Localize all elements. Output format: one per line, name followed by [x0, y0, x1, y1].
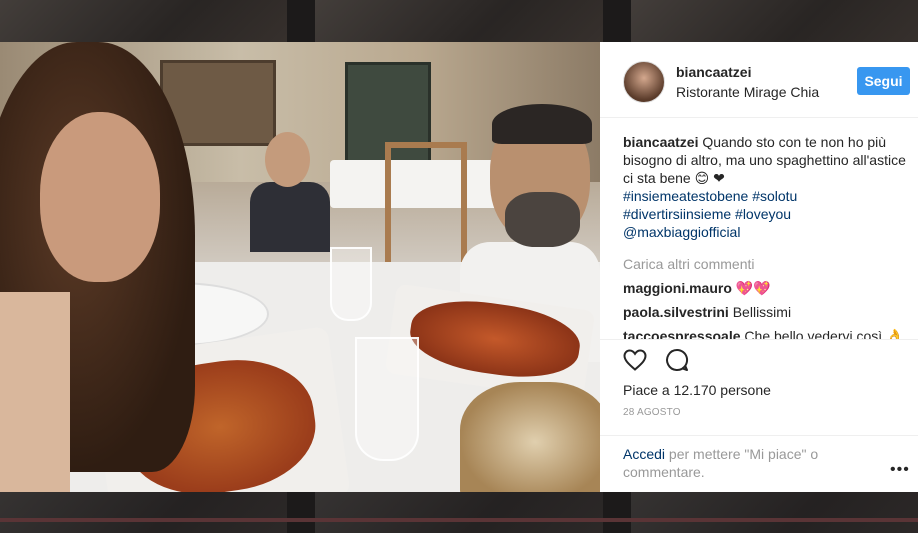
caption-hashtags[interactable]: #divertirsiinsieme #loveyou [623, 205, 913, 223]
comment-username[interactable]: paola.silvestrini [623, 304, 729, 320]
photo-man-beard [505, 192, 580, 247]
post-caption: biancaatzei Quando sto con te non ho più… [623, 133, 913, 241]
background-divider [0, 518, 918, 522]
post-header: biancaatzei Ristorante Mirage Chia Segui [600, 42, 918, 118]
comment-username[interactable]: taccoespressoale [623, 328, 741, 339]
caption-hashtags[interactable]: #insiemeatestobene #solotu [623, 187, 913, 205]
heart-icon[interactable] [622, 347, 648, 373]
post-author-username[interactable]: biancaatzei [676, 64, 751, 80]
photo-woman-face [40, 112, 160, 282]
more-options-button[interactable]: ••• [890, 461, 910, 479]
post-location[interactable]: Ristorante Mirage Chia [676, 84, 819, 100]
comment-text: 💖💖 [735, 280, 771, 296]
post-date: 28 AGOSTO [623, 407, 681, 418]
comments-list: biancaatzei Quando sto con te non ho più… [623, 133, 913, 339]
background-posts-top [0, 0, 918, 42]
comment-item: maggioni.mauro 💖💖 [623, 279, 913, 297]
comment-item: paola.silvestrini Bellissimi [623, 303, 913, 321]
background-post-thumbnail [0, 0, 288, 42]
post-modal: biancaatzei Ristorante Mirage Chia Segui… [0, 42, 918, 492]
background-post-thumbnail [0, 492, 288, 533]
photo-woman-body [0, 292, 70, 492]
photo-glass [330, 247, 372, 321]
post-sidebar: biancaatzei Ristorante Mirage Chia Segui… [600, 42, 918, 492]
login-prompt-text: Accedi per mettere "Mi piace" o commenta… [623, 445, 873, 481]
comment-item: taccoespressoale Che bello vedervi così … [623, 327, 913, 339]
comment-text: Bellissimi [732, 304, 792, 320]
login-prompt: Accedi per mettere "Mi piace" o commenta… [600, 435, 918, 493]
post-actions: Piace a 12.170 persone 28 AGOSTO [600, 339, 918, 418]
follow-button[interactable]: Segui [857, 67, 910, 95]
background-post-thumbnail [630, 492, 918, 533]
background-post-thumbnail [315, 492, 603, 533]
comment-icon[interactable] [664, 347, 690, 373]
likes-count[interactable]: Piace a 12.170 persone [623, 382, 771, 398]
photo-background-person [250, 182, 330, 252]
background-post-thumbnail [315, 0, 603, 42]
background-posts-bottom [0, 492, 918, 533]
photo-background-person-head [265, 132, 310, 187]
background-post-thumbnail [630, 0, 918, 42]
caption-username[interactable]: biancaatzei [623, 134, 698, 150]
post-photo[interactable] [0, 42, 600, 492]
photo-chair [385, 142, 467, 268]
photo-bread-basket [460, 382, 600, 492]
photo-man-hair [492, 104, 592, 144]
comment-username[interactable]: maggioni.mauro [623, 280, 732, 296]
avatar[interactable] [623, 61, 665, 103]
comment-text: Che bello vedervi così 👌 [744, 328, 904, 339]
load-more-comments-link[interactable]: Carica altri commenti [623, 255, 913, 273]
photo-glass [355, 337, 419, 461]
action-icons [622, 347, 690, 373]
login-link[interactable]: Accedi [623, 446, 665, 462]
caption-mention[interactable]: @maxbiaggiofficial [623, 223, 913, 241]
